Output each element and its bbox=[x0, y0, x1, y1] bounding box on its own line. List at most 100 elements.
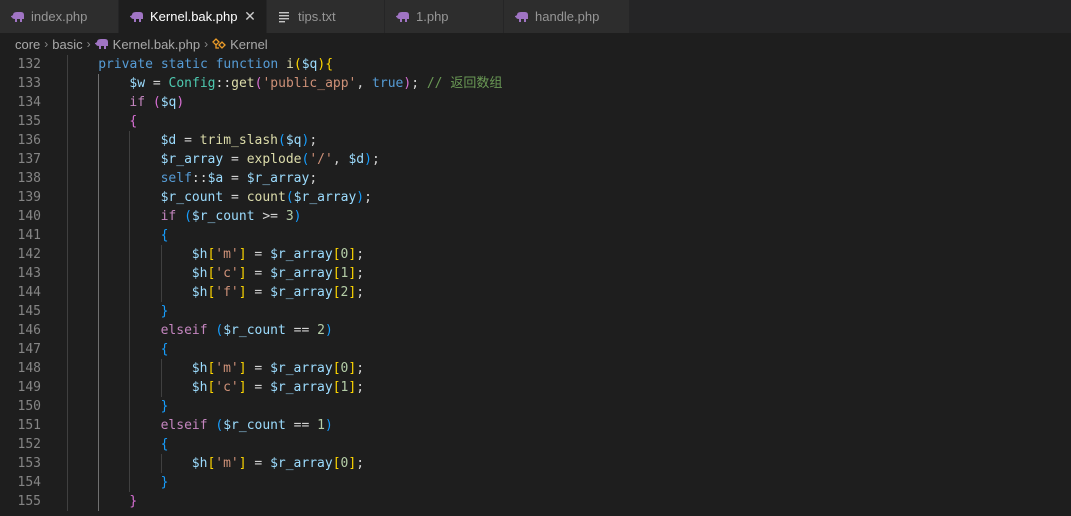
code-token: } bbox=[160, 475, 169, 490]
tab-kernel-bak-php[interactable]: Kernel.bak.php ✕ bbox=[119, 0, 267, 33]
code-line: 155} bbox=[0, 492, 1071, 511]
code-token: true bbox=[372, 76, 404, 91]
code-token: = bbox=[176, 133, 200, 148]
indent-guide bbox=[129, 150, 131, 169]
breadcrumb-item[interactable]: basic bbox=[52, 37, 82, 52]
code-token: $r_array bbox=[270, 247, 333, 262]
code-token: [ bbox=[332, 361, 341, 376]
code-token: [ bbox=[332, 266, 341, 281]
line-number: 136 bbox=[17, 133, 41, 148]
code-token: 'm' bbox=[215, 247, 239, 262]
code-token: // 返回数组 bbox=[426, 76, 503, 91]
indent-guide bbox=[67, 93, 68, 112]
code-token: { bbox=[129, 114, 138, 129]
breadcrumb-item[interactable]: Kernel.bak.php bbox=[113, 37, 200, 52]
code-text: private static function i($q){ bbox=[98, 55, 333, 74]
indent-guide bbox=[98, 207, 100, 226]
line-number: 139 bbox=[17, 190, 41, 205]
class-symbol-icon bbox=[212, 38, 227, 50]
indent-guide bbox=[98, 112, 100, 131]
code-token: = bbox=[246, 380, 271, 395]
code-token: $r_count bbox=[223, 418, 286, 433]
code-text: { bbox=[161, 226, 169, 245]
indent-guide bbox=[129, 264, 131, 283]
code-token: count bbox=[246, 190, 286, 205]
code-line: 142 $h['m'] = $r_array[0]; bbox=[0, 245, 1071, 264]
code-token: $r_array bbox=[270, 380, 333, 395]
indent-guide bbox=[98, 435, 100, 454]
code-token: = bbox=[246, 285, 271, 300]
code-token: ] bbox=[238, 361, 247, 376]
indent-guide bbox=[129, 454, 131, 473]
indent-guide bbox=[129, 207, 131, 226]
breadcrumb-separator: › bbox=[44, 37, 49, 51]
code-text: } bbox=[161, 397, 169, 416]
code-line: 137 $r_array = explode('/', $d); bbox=[0, 150, 1071, 169]
code-token: ( bbox=[293, 57, 302, 72]
indent-guide bbox=[98, 359, 100, 378]
code-token: $q bbox=[301, 57, 318, 72]
code-token: Config bbox=[168, 76, 216, 91]
editor-tab-bar: index.php Kernel.bak.php ✕ tips.txt 1.php han… bbox=[0, 0, 1071, 33]
code-token: == bbox=[285, 323, 318, 338]
indent-guide bbox=[160, 245, 162, 264]
code-token: $q bbox=[160, 95, 177, 110]
line-number: 154 bbox=[17, 475, 41, 490]
code-token: [ bbox=[332, 456, 341, 471]
code-token: [ bbox=[332, 380, 341, 395]
breadcrumb-item[interactable]: Kernel bbox=[230, 37, 268, 52]
close-icon[interactable]: ✕ bbox=[242, 8, 258, 24]
php-elephant-icon bbox=[130, 10, 146, 24]
code-token: :: bbox=[191, 171, 208, 186]
code-token: ] bbox=[238, 266, 247, 281]
code-token: ) bbox=[176, 95, 185, 110]
line-number: 152 bbox=[17, 437, 41, 452]
code-line: 140 if ($r_count >= 3) bbox=[0, 207, 1071, 226]
code-token: ] bbox=[348, 247, 357, 262]
tab-handle-php[interactable]: handle.php bbox=[504, 0, 630, 33]
indent-guide bbox=[98, 283, 100, 302]
code-token: $h bbox=[191, 247, 208, 262]
tab-1-php[interactable]: 1.php bbox=[385, 0, 504, 33]
line-number: 138 bbox=[17, 171, 41, 186]
code-token: private bbox=[98, 57, 153, 72]
code-token: ] bbox=[238, 380, 247, 395]
indent-guide bbox=[129, 397, 131, 416]
code-token: = bbox=[223, 190, 247, 205]
indent-guide bbox=[160, 454, 162, 473]
line-number: 151 bbox=[17, 418, 41, 433]
code-text: elseif ($r_count == 1) bbox=[161, 416, 333, 435]
tab-index-php[interactable]: index.php bbox=[0, 0, 119, 33]
indent-guide bbox=[67, 150, 68, 169]
code-token: ) bbox=[364, 152, 372, 167]
code-token: ; bbox=[356, 285, 365, 300]
breadcrumb-item[interactable]: core bbox=[15, 37, 40, 52]
indent-guide bbox=[129, 416, 131, 435]
code-token: { bbox=[160, 437, 169, 452]
indent-guide bbox=[67, 473, 68, 492]
code-token: { bbox=[325, 57, 334, 72]
code-text: $r_count = count($r_array); bbox=[161, 188, 372, 207]
line-number: 133 bbox=[17, 76, 41, 91]
indent-guide bbox=[129, 131, 131, 150]
code-token: ] bbox=[348, 456, 357, 471]
code-token: $d bbox=[160, 133, 177, 148]
code-token: ] bbox=[238, 456, 247, 471]
code-editor[interactable]: 132 private static function i($q){133 $w =… bbox=[0, 55, 1071, 516]
indent-guide bbox=[67, 226, 68, 245]
code-token: { bbox=[160, 228, 169, 243]
code-token: ; bbox=[356, 361, 365, 376]
code-token: i bbox=[286, 57, 294, 72]
line-number: 143 bbox=[17, 266, 41, 281]
indent-guide bbox=[67, 397, 68, 416]
indent-guide bbox=[160, 264, 162, 283]
tab-tips-txt[interactable]: tips.txt bbox=[267, 0, 385, 33]
code-token: [ bbox=[332, 285, 341, 300]
code-token: elseif bbox=[160, 418, 208, 433]
line-number: 137 bbox=[17, 152, 41, 167]
indent-guide bbox=[129, 321, 131, 340]
code-text: { bbox=[161, 435, 169, 454]
indent-guide bbox=[67, 359, 68, 378]
